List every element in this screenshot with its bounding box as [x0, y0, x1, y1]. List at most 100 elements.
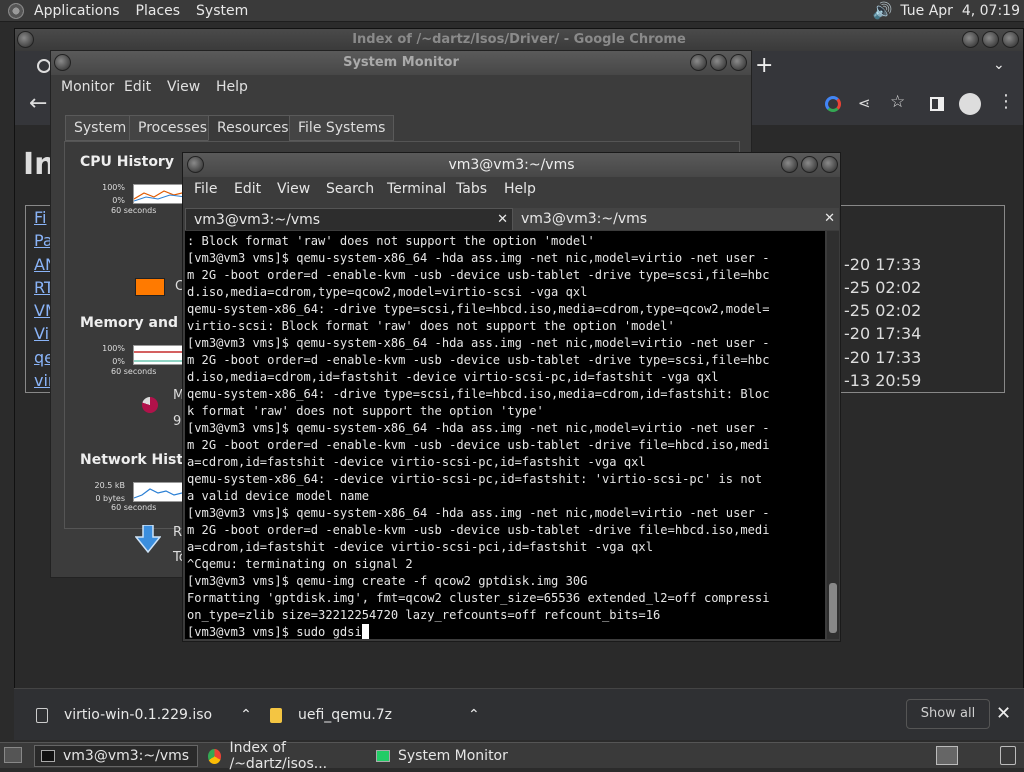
- terminal-line: qemu-system-x86_64: -device virtio-scsi-…: [187, 472, 763, 486]
- tab-system[interactable]: System: [65, 115, 136, 141]
- task-terminal[interactable]: vm3@vm3:~/vms: [34, 745, 198, 767]
- menu-places[interactable]: Places: [136, 3, 181, 19]
- task-label: System Monitor: [398, 748, 508, 764]
- menu-search[interactable]: Search: [326, 181, 374, 197]
- menu-terminal[interactable]: Terminal: [387, 181, 446, 197]
- close-tab-icon[interactable]: ✕: [824, 208, 835, 230]
- terminal-input[interactable]: sudo gdsi: [296, 625, 362, 639]
- minimize-button[interactable]: [690, 54, 707, 71]
- terminal-line: [vm3@vm3 vms]$ qemu-system-x86_64 -hda a…: [187, 506, 770, 520]
- file-date: -20 17:34: [844, 324, 922, 344]
- axis-tick: 0%: [112, 196, 125, 205]
- terminal-line: a valid device model name: [187, 489, 370, 503]
- file-date: -13 20:59: [844, 371, 922, 391]
- download-item[interactable]: virtio-win-0.1.229.iso ⌃: [36, 689, 252, 741]
- close-tab-icon[interactable]: ✕: [497, 209, 508, 231]
- menu-monitor[interactable]: Monitor: [61, 79, 114, 95]
- cpu-color-swatch[interactable]: [135, 278, 165, 296]
- axis-tick: 60 seconds: [111, 503, 157, 512]
- menu-tabs[interactable]: Tabs: [456, 181, 487, 197]
- task-label: Index of /~dartz/isos...: [229, 740, 328, 772]
- menu-view[interactable]: View: [277, 181, 310, 197]
- trash-icon[interactable]: [1000, 746, 1016, 765]
- terminal-scrollbar[interactable]: [827, 231, 839, 639]
- terminal-line: ^Cqemu: terminating on signal 2: [187, 557, 413, 571]
- show-all-button[interactable]: Show all: [906, 699, 990, 729]
- terminal-tab-active[interactable]: vm3@vm3:~/vms ✕: [185, 208, 513, 230]
- close-button[interactable]: [730, 54, 747, 71]
- system-monitor-titlebar[interactable]: System Monitor: [51, 51, 751, 75]
- menu-system[interactable]: System: [196, 3, 248, 19]
- close-button[interactable]: [1002, 31, 1019, 48]
- tab-label: vm3@vm3:~/vms: [521, 211, 648, 227]
- terminal-line: k format 'raw' does not support the opti…: [187, 404, 544, 418]
- chevron-up-icon[interactable]: ⌃: [468, 707, 480, 723]
- maximize-button[interactable]: [801, 156, 818, 173]
- volume-icon[interactable]: 🔊: [872, 1, 892, 20]
- close-icon[interactable]: ✕: [996, 703, 1011, 724]
- terminal-screen[interactable]: : Block format 'raw' does not support th…: [185, 231, 825, 639]
- taskbar: vm3@vm3:~/vms Index of /~dartz/isos... S…: [0, 740, 1024, 772]
- close-button[interactable]: [821, 156, 838, 173]
- terminal-line: : Block format 'raw' does not support th…: [187, 234, 595, 248]
- workspace-switcher-icon[interactable]: [936, 746, 958, 765]
- chevron-up-icon[interactable]: ⌃: [240, 707, 252, 723]
- clock[interactable]: Tue Apr 4, 07:19: [900, 3, 1020, 19]
- terminal-line: qemu-system-x86_64: -drive type=scsi,fil…: [187, 387, 770, 401]
- download-item[interactable]: uefi_qemu.7z ⌃: [270, 689, 480, 741]
- show-desktop-icon[interactable]: [4, 747, 22, 763]
- file-link[interactable]: Vi: [34, 324, 49, 343]
- chrome-titlebar[interactable]: Index of /~dartz/Isos/Driver/ - Google C…: [15, 29, 1023, 51]
- globe-icon: [37, 59, 51, 73]
- new-tab-button[interactable]: +: [755, 53, 773, 78]
- file-date: -20 17:33: [844, 347, 922, 367]
- terminal-line: m 2G -boot order=d -enable-kvm -usb -dev…: [187, 438, 770, 452]
- chevron-down-icon[interactable]: ⌄: [993, 57, 1005, 73]
- profile-avatar-icon[interactable]: [959, 93, 981, 115]
- kebab-menu-icon[interactable]: ⋮: [997, 91, 1015, 112]
- menu-help[interactable]: Help: [504, 181, 536, 197]
- axis-tick: 60 seconds: [111, 206, 157, 215]
- file-date: -25 02:02: [844, 277, 922, 297]
- menu-applications[interactable]: Applications: [34, 3, 120, 19]
- memory-graph: [133, 345, 185, 365]
- back-arrow-icon[interactable]: ←: [29, 91, 47, 116]
- task-chrome[interactable]: Index of /~dartz/isos...: [204, 740, 372, 772]
- scrollbar-thumb[interactable]: [829, 583, 837, 633]
- minimize-button[interactable]: [781, 156, 798, 173]
- maximize-button[interactable]: [710, 54, 727, 71]
- terminal-tab[interactable]: vm3@vm3:~/vms ✕: [513, 208, 839, 230]
- top-panel: Applications Places System 🔊 Tue Apr 4, …: [0, 0, 1024, 22]
- memory-pie-icon: [142, 397, 158, 413]
- distro-logo-icon[interactable]: [8, 2, 24, 19]
- tab-file-systems[interactable]: File Systems: [289, 115, 395, 141]
- window-menu-icon[interactable]: [54, 54, 71, 71]
- menu-view[interactable]: View: [167, 79, 200, 95]
- tab-processes[interactable]: Processes: [129, 115, 217, 141]
- cpu-history-title: CPU History: [80, 154, 174, 170]
- menu-file[interactable]: File: [194, 181, 217, 197]
- terminal-line: m 2G -boot order=d -enable-kvm -usb -dev…: [187, 268, 770, 282]
- file-icon: [36, 707, 48, 723]
- menu-help[interactable]: Help: [216, 79, 248, 95]
- downloads-bar: virtio-win-0.1.229.iso ⌃ uefi_qemu.7z ⌃ …: [14, 688, 1024, 740]
- file-link[interactable]: Fi: [34, 208, 46, 227]
- terminal-output: : Block format 'raw' does not support th…: [187, 233, 825, 624]
- maximize-button[interactable]: [982, 31, 999, 48]
- axis-tick: 20.5 kB: [94, 481, 125, 490]
- task-system-monitor[interactable]: System Monitor: [374, 745, 554, 767]
- terminal-prompt-line[interactable]: [vm3@vm3 vms]$ sudo gdsi: [187, 624, 825, 639]
- window-menu-icon[interactable]: [17, 31, 34, 48]
- bookmark-star-icon[interactable]: ☆: [890, 92, 905, 112]
- download-filename: virtio-win-0.1.229.iso: [64, 707, 213, 723]
- share-icon[interactable]: ⋖: [858, 94, 871, 112]
- window-menu-icon[interactable]: [187, 156, 204, 173]
- menu-edit[interactable]: Edit: [234, 181, 261, 197]
- minimize-button[interactable]: [962, 31, 979, 48]
- side-panel-icon[interactable]: [930, 97, 944, 111]
- google-icon[interactable]: [825, 96, 841, 112]
- terminal-titlebar[interactable]: vm3@vm3:~/vms: [183, 153, 840, 177]
- terminal-line: d.iso,media=cdrom,type=qcow2,model=virti…: [187, 285, 588, 299]
- tab-resources[interactable]: Resources: [208, 115, 298, 141]
- menu-edit[interactable]: Edit: [124, 79, 151, 95]
